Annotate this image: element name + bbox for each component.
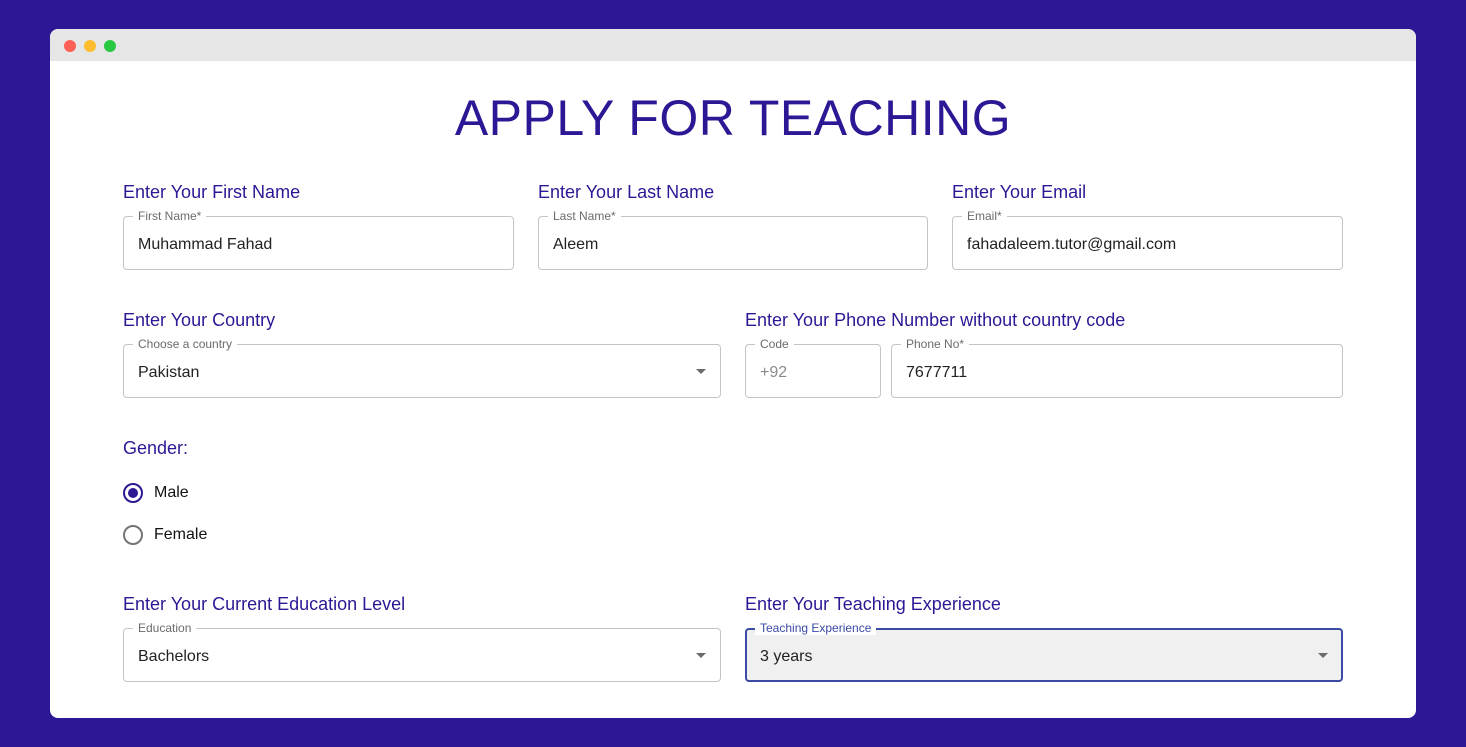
radio-unchecked-icon[interactable] bbox=[123, 525, 143, 545]
gender-heading: Gender: bbox=[123, 438, 189, 458]
first-name-legend: First Name* bbox=[133, 209, 207, 223]
gender-male-label[interactable]: Male bbox=[154, 484, 189, 502]
country-code-field: Code +92 bbox=[745, 337, 881, 398]
first-name-value[interactable]: Muhammad Fahad bbox=[138, 235, 272, 255]
country-legend: Choose a country bbox=[133, 337, 238, 351]
experience-select[interactable]: Teaching Experience 3 years bbox=[745, 621, 1343, 682]
country-heading: Enter Your Country bbox=[123, 310, 276, 330]
phone-number-legend: Phone No* bbox=[901, 337, 970, 351]
gender-option-female[interactable]: Female bbox=[123, 523, 243, 547]
phone-heading: Enter Your Phone Number without country … bbox=[745, 310, 1126, 330]
window-titlebar bbox=[50, 29, 1416, 61]
first-name-field[interactable]: First Name* Muhammad Fahad bbox=[123, 209, 514, 270]
last-name-legend: Last Name* bbox=[548, 209, 621, 223]
last-name-value[interactable]: Aleem bbox=[553, 235, 598, 255]
gender-option-male[interactable]: Male bbox=[123, 481, 243, 505]
minimize-window-icon[interactable] bbox=[84, 40, 96, 52]
phone-number-field[interactable]: Phone No* 7677711 bbox=[891, 337, 1343, 398]
maximize-window-icon[interactable] bbox=[104, 40, 116, 52]
experience-value: 3 years bbox=[760, 648, 813, 665]
caret-down-icon[interactable] bbox=[1318, 653, 1328, 658]
education-select[interactable]: Education Bachelors bbox=[123, 621, 721, 682]
country-code-legend: Code bbox=[755, 337, 794, 351]
country-select[interactable]: Choose a country Pakistan bbox=[123, 337, 721, 398]
radio-checked-icon[interactable] bbox=[123, 483, 143, 503]
caret-down-icon[interactable] bbox=[696, 653, 706, 658]
email-heading: Enter Your Email bbox=[952, 182, 1087, 202]
close-window-icon[interactable] bbox=[64, 40, 76, 52]
first-name-heading: Enter Your First Name bbox=[123, 182, 301, 202]
education-legend: Education bbox=[133, 621, 197, 635]
last-name-heading: Enter Your Last Name bbox=[538, 182, 715, 202]
email-legend: Email* bbox=[962, 209, 1007, 223]
phone-number-value[interactable]: 7677711 bbox=[906, 363, 967, 383]
email-value[interactable]: fahadaleem.tutor@gmail.com bbox=[967, 235, 1176, 255]
country-code-value: +92 bbox=[760, 364, 788, 381]
education-heading: Enter Your Current Education Level bbox=[123, 594, 406, 614]
caret-down-icon[interactable] bbox=[696, 369, 706, 374]
browser-window: APPLY FOR TEACHING Enter Your First Name… bbox=[50, 29, 1416, 718]
last-name-field[interactable]: Last Name* Aleem bbox=[538, 209, 928, 270]
education-value: Bachelors bbox=[138, 648, 210, 665]
page-title: APPLY FOR TEACHING bbox=[454, 90, 1012, 146]
email-field[interactable]: Email* fahadaleem.tutor@gmail.com bbox=[952, 209, 1343, 270]
country-value: Pakistan bbox=[138, 364, 200, 381]
experience-legend: Teaching Experience bbox=[755, 621, 877, 635]
experience-heading: Enter Your Teaching Experience bbox=[745, 594, 1001, 614]
gender-female-label[interactable]: Female bbox=[154, 526, 207, 544]
